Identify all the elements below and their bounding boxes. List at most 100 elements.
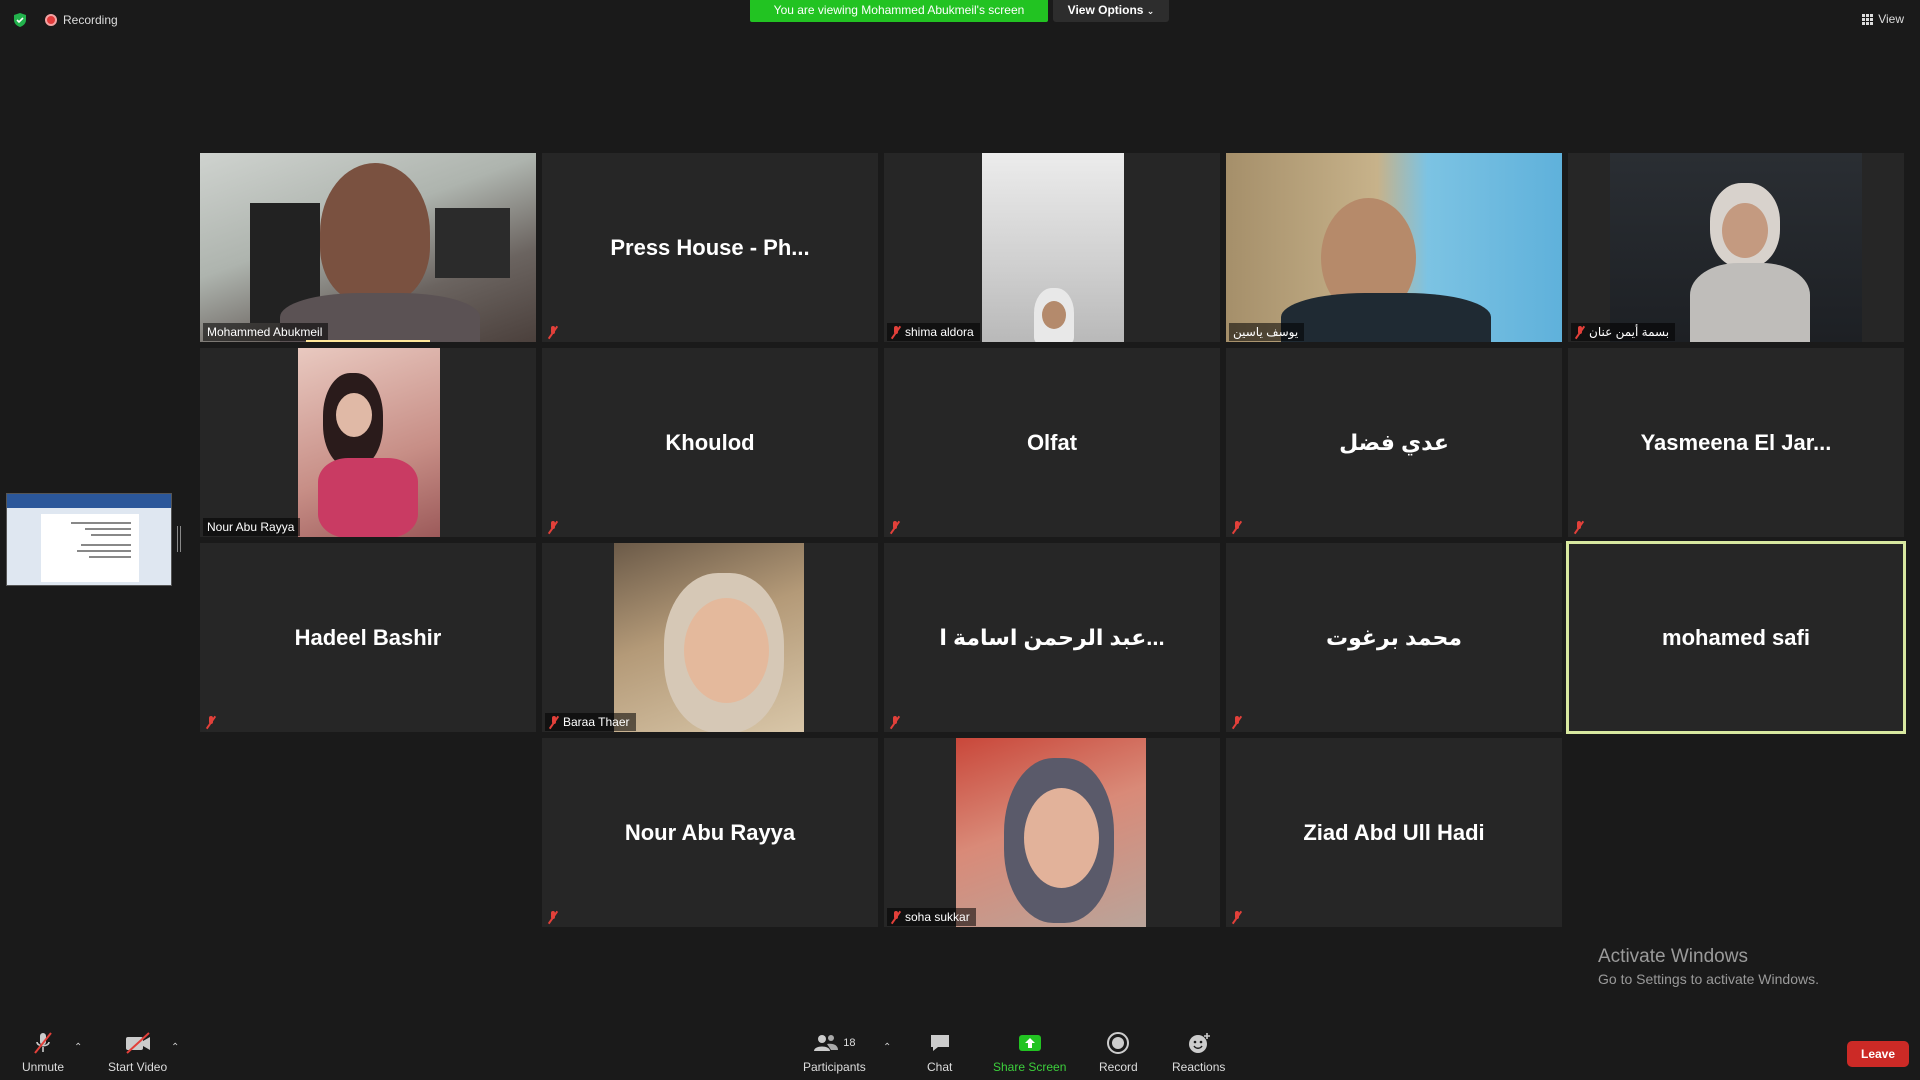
share-screen-icon — [1018, 1035, 1041, 1051]
recording-indicator[interactable]: Recording — [45, 13, 118, 27]
participant-tile[interactable]: Nour Abu Rayya — [542, 738, 878, 927]
participant-name-tag: Baraa Thaer — [545, 713, 636, 731]
participant-name: يوسف ياسين — [1233, 325, 1299, 339]
participant-tile[interactable]: shima aldora — [884, 153, 1220, 342]
start-video-button[interactable]: Start Video — [108, 1030, 167, 1074]
participant-tile[interactable]: محمد برغوت — [1226, 543, 1562, 732]
unmute-button[interactable]: Unmute — [22, 1030, 64, 1074]
mic-muted-icon — [548, 911, 558, 924]
mic-muted-icon — [206, 716, 216, 729]
mic-muted-icon — [891, 910, 901, 924]
participants-button[interactable]: 18 Participants — [803, 1030, 866, 1074]
leave-button[interactable]: Leave — [1847, 1041, 1909, 1067]
mic-muted-icon — [549, 715, 559, 729]
participant-video — [1610, 153, 1862, 342]
mic-muted-icon — [891, 325, 901, 339]
participant-name-tag: shima aldora — [887, 323, 980, 341]
participant-tile[interactable]: يوسف ياسين — [1226, 153, 1562, 342]
participant-tile[interactable]: Khoulod — [542, 348, 878, 537]
participant-name: Olfat — [1026, 429, 1078, 455]
participant-name: عبد الرحمن اسامة ا... — [939, 624, 1165, 650]
reactions-label: Reactions — [1172, 1060, 1226, 1074]
security-shield-icon[interactable] — [12, 12, 28, 28]
participant-name: Nour Abu Rayya — [207, 520, 295, 534]
participant-tile[interactable]: Nour Abu Rayya — [200, 348, 536, 537]
shared-screen-thumbnail[interactable] — [6, 493, 172, 586]
participant-name-tag: Mohammed Abukmeil — [203, 323, 329, 341]
participant-name: Khoulod — [665, 429, 755, 455]
participant-tile[interactable]: Olfat — [884, 348, 1220, 537]
participant-video — [200, 153, 536, 342]
video-options-caret-icon[interactable]: ⌃ — [171, 1042, 179, 1053]
participant-name: shima aldora — [905, 325, 974, 339]
participants-icon — [814, 1035, 839, 1051]
participants-options-caret-icon[interactable]: ⌃ — [883, 1042, 891, 1053]
start-video-label: Start Video — [108, 1060, 168, 1074]
recording-label: Recording — [63, 13, 118, 27]
share-screen-label: Share Screen — [993, 1060, 1067, 1074]
participant-tile[interactable]: عدي فضل — [1226, 348, 1562, 537]
participant-name: Baraa Thaer — [563, 715, 630, 729]
watermark-subtitle: Go to Settings to activate Windows. — [1598, 971, 1819, 987]
thumbnail-ribbon — [7, 494, 171, 508]
mic-muted-icon — [1232, 716, 1242, 729]
chat-button[interactable]: Chat — [927, 1030, 952, 1074]
participant-name: soha sukkar — [905, 910, 970, 924]
meeting-toolbar: Unmute ⌃ Start Video ⌃ 18 Participants ⌃ — [0, 1010, 1920, 1080]
participant-tile[interactable]: Yasmeena El Jar... — [1568, 348, 1904, 537]
viewing-screen-banner: You are viewing Mohammed Abukmeil's scre… — [750, 0, 1048, 22]
participant-name: Ziad Abd Ull Hadi — [1303, 819, 1485, 845]
video-camera-off-icon — [125, 1032, 150, 1054]
participant-name: عدي فضل — [1339, 429, 1449, 455]
participant-tile[interactable]: Mohammed Abukmeil — [200, 153, 536, 342]
watermark-title: Activate Windows — [1598, 946, 1748, 967]
participant-name: Mohammed Abukmeil — [207, 325, 323, 339]
record-label: Record — [1099, 1060, 1138, 1074]
view-options-label: View Options — [1067, 3, 1144, 17]
mic-muted-icon — [890, 521, 900, 534]
audio-options-caret-icon[interactable]: ⌃ — [74, 1042, 82, 1053]
participant-video — [1226, 153, 1562, 342]
participant-video — [614, 543, 804, 732]
view-button[interactable]: View — [1862, 12, 1904, 26]
view-options-button[interactable]: View Options ⌄ — [1053, 0, 1169, 22]
mic-muted-icon — [548, 326, 558, 339]
recording-dot-icon — [45, 14, 57, 26]
chat-bubble-icon — [930, 1035, 949, 1051]
active-speaker-tile[interactable]: mohamed safi — [1566, 541, 1906, 734]
chevron-down-icon: ⌄ — [1146, 6, 1155, 16]
participant-tile[interactable]: soha sukkar — [884, 738, 1220, 927]
participant-tile[interactable]: عبد الرحمن اسامة ا... — [884, 543, 1220, 732]
thumbnail-document-page — [41, 514, 139, 582]
top-bar: Recording You are viewing Mohammed Abukm… — [0, 0, 1920, 40]
participant-tile[interactable]: Press House - Ph... — [542, 153, 878, 342]
participant-video — [298, 348, 440, 537]
participant-name: Hadeel Bashir — [294, 624, 442, 650]
participants-label: Participants — [803, 1060, 866, 1074]
participant-name-tag: بسمة أيمن عنان — [1571, 323, 1676, 341]
record-button[interactable]: Record — [1099, 1030, 1138, 1074]
chat-label: Chat — [927, 1060, 953, 1074]
participant-tile[interactable]: Baraa Thaer — [542, 543, 878, 732]
participant-name: Nour Abu Rayya — [624, 819, 796, 845]
reactions-button[interactable]: Reactions — [1172, 1030, 1225, 1074]
mic-muted-icon — [548, 521, 558, 534]
microphone-muted-icon — [34, 1032, 52, 1054]
participant-name-tag: soha sukkar — [887, 908, 976, 926]
record-icon — [1107, 1032, 1130, 1054]
participant-name-tag: Nour Abu Rayya — [203, 518, 301, 536]
participant-video — [982, 153, 1124, 342]
participant-name-tag: يوسف ياسين — [1229, 323, 1305, 341]
view-label: View — [1878, 12, 1904, 26]
share-screen-button[interactable]: Share Screen — [993, 1030, 1066, 1074]
participant-tile[interactable]: بسمة أيمن عنان — [1568, 153, 1904, 342]
thumbnail-resize-handle[interactable] — [177, 526, 181, 552]
mic-muted-icon — [1574, 521, 1584, 534]
reactions-smiley-icon — [1188, 1033, 1210, 1053]
mic-muted-icon — [1232, 521, 1242, 534]
participant-tile[interactable]: Hadeel Bashir — [200, 543, 536, 732]
participants-count: 18 — [843, 1037, 856, 1049]
mic-muted-icon — [1232, 911, 1242, 924]
participant-tile[interactable]: Ziad Abd Ull Hadi — [1226, 738, 1562, 927]
participant-name: Yasmeena El Jar... — [1640, 429, 1832, 455]
